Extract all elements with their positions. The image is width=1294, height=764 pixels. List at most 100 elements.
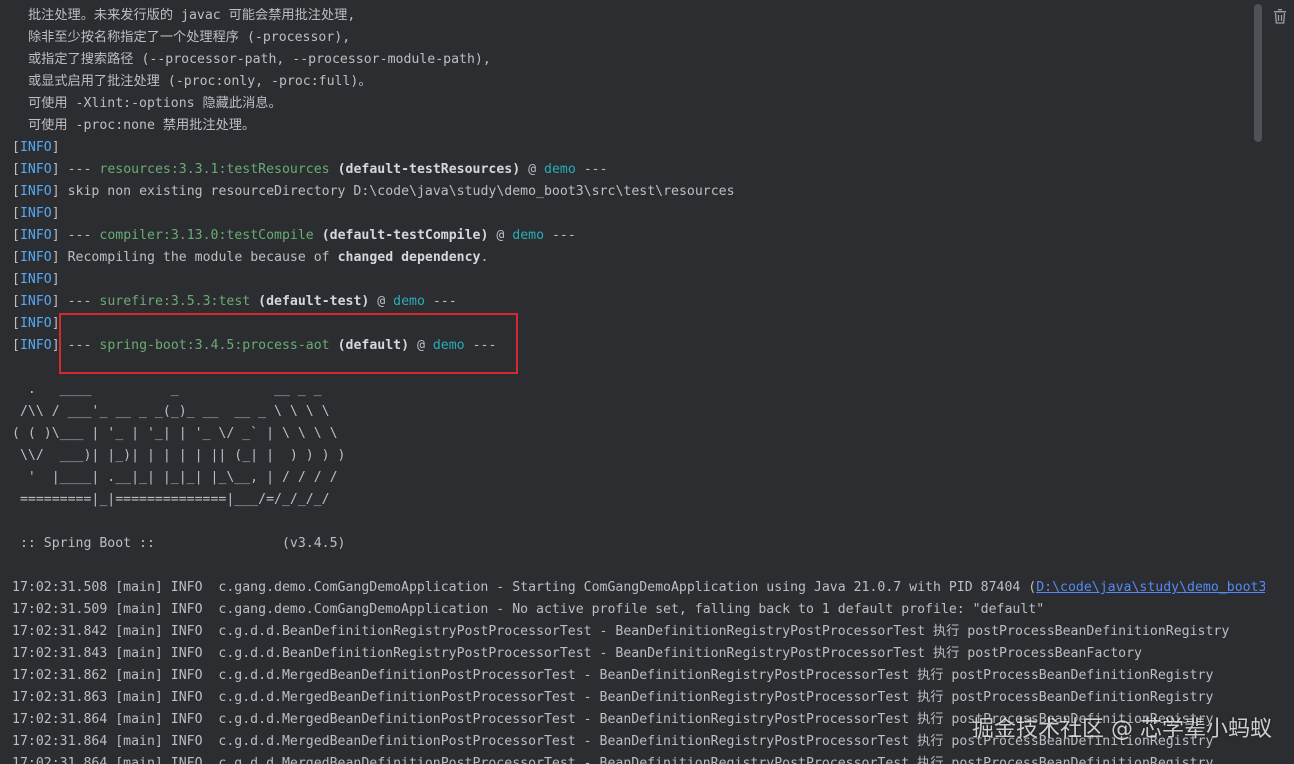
at-sign: @ [409,338,433,353]
plugin-goal: surefire:3.5.3:test [99,294,251,309]
log-message-tail: . [480,250,489,265]
level-bracket-close: ] [51,250,68,265]
console-toolbar [1265,0,1294,764]
separator: --- [424,294,457,309]
maven-log-line: [INFO] --- surefire:3.5.3:test (default-… [12,291,1265,313]
log-level: INFO [19,140,52,155]
project-name: demo [432,338,465,353]
at-sign: @ [369,294,394,309]
log-text: 17:02:31.509 [main] INFO c.gang.demo.Com… [12,602,1045,617]
maven-log-line: [INFO] [12,203,1265,225]
maven-log-line: [INFO] [12,269,1265,291]
warning-line: 可使用 -Xlint:-options 隐藏此消息。 [28,96,282,111]
at-sign: @ [520,162,545,177]
app-log-line: 17:02:31.843 [main] INFO c.g.d.d.BeanDef… [12,643,1265,665]
spring-banner-line: . ____ _ __ _ _ [12,382,322,397]
project-name: demo [512,228,545,243]
trash-icon [1274,9,1286,24]
log-level: INFO [19,184,52,199]
project-name: demo [544,162,576,177]
level-bracket-open: [ [12,272,20,287]
level-bracket-open: [ [12,206,20,221]
spring-banner-line: \\/ ___)| |_)| | | | | || (_| | ) ) ) ) [12,448,346,463]
level-bracket-open: [ [12,140,20,155]
maven-log-line: [INFO] --- spring-boot:3.4.5:process-aot… [12,335,1265,357]
level-bracket-close: ] [51,316,68,331]
maven-log-line: [INFO] [12,137,1265,159]
app-log-line: 17:02:31.864 [main] INFO c.g.d.d.MergedB… [12,753,1265,764]
app-log-line: 17:02:31.509 [main] INFO c.gang.demo.Com… [12,599,1265,621]
execution-id: (default-testResources) [329,162,521,177]
file-path-link[interactable]: D:\code\java\study\demo_boot3\target\cla… [1036,580,1265,595]
warning-line: 除非至少按名称指定了一个处理程序 (-processor), [28,30,351,45]
log-level: INFO [19,316,52,331]
separator: --- [464,338,497,353]
log-text: 17:02:31.863 [main] INFO c.g.d.d.MergedB… [12,690,1214,705]
console-lines: 批注处理。未来发行版的 javac 可能会禁用批注处理, 除非至少按名称指定了一个… [12,5,1265,764]
log-level: INFO [19,250,52,265]
log-message: Recompiling the module because of [67,250,338,265]
level-bracket-open: [ [12,184,20,199]
scrollbar-thumb[interactable] [1254,4,1262,142]
separator: --- [67,338,100,353]
level-bracket-close: ] [51,162,68,177]
level-bracket-close: ] [51,206,68,221]
clear-console-button[interactable] [1271,6,1289,26]
spring-banner-line: =========|_|==============|___/=/_/_/_/ [12,492,330,507]
level-bracket-open: [ [12,316,20,331]
level-bracket-close: ] [51,140,68,155]
log-level: INFO [19,162,52,177]
at-sign: @ [488,228,513,243]
level-bracket-open: [ [12,228,20,243]
spring-banner-line: ' |____| .__|_| |_|_| |_\__, | / / / / [12,470,338,485]
separator: --- [67,162,100,177]
spring-boot-version: :: Spring Boot :: (v3.4.5) [12,536,346,551]
app-log-line: 17:02:31.508 [main] INFO c.gang.demo.Com… [12,577,1265,599]
execution-id: (default) [329,338,410,353]
level-bracket-close: ] [51,228,68,243]
level-bracket-open: [ [12,294,20,309]
app-log-line: 17:02:31.862 [main] INFO c.g.d.d.MergedB… [12,665,1265,687]
separator: --- [67,228,100,243]
warning-line: 可使用 -proc:none 禁用批注处理。 [28,118,256,133]
watermark: 掘金技术社区 @ 芯学辈小蚂蚁 [972,717,1272,742]
warning-line: 批注处理。未来发行版的 javac 可能会禁用批注处理, [28,8,356,23]
plugin-goal: resources:3.3.1:testResources [99,162,330,177]
execution-id: (default-testCompile) [313,228,489,243]
level-bracket-open: [ [12,338,20,353]
log-text: 17:02:31.843 [main] INFO c.g.d.d.BeanDef… [12,646,1142,661]
level-bracket-close: ] [51,338,68,353]
separator: --- [575,162,608,177]
log-message-emphasis: changed dependency [337,250,481,265]
spring-banner-line: ( ( )\___ | '_ | '_| | '_ \/ _` | \ \ \ … [12,426,338,441]
plugin-goal: compiler:3.13.0:testCompile [99,228,314,243]
app-log-line: 17:02:31.842 [main] INFO c.g.d.d.BeanDef… [12,621,1265,643]
spring-banner-line: /\\ / ___'_ __ _ _(_)_ __ __ _ \ \ \ \ [12,404,330,419]
maven-log-line: [INFO] Recompiling the module because of… [12,247,1265,269]
project-name: demo [393,294,425,309]
execution-id: (default-test) [250,294,370,309]
maven-log-line: [INFO] --- resources:3.3.1:testResources… [12,159,1265,181]
log-text: 17:02:31.842 [main] INFO c.g.d.d.BeanDef… [12,624,1230,639]
maven-log-line: [INFO] --- compiler:3.13.0:testCompile (… [12,225,1265,247]
maven-log-line: [INFO] [12,313,1265,335]
level-bracket-open: [ [12,250,20,265]
log-text: 17:02:31.508 [main] INFO c.gang.demo.Com… [12,580,1037,595]
level-bracket-close: ] [51,184,68,199]
log-message: skip non existing resourceDirectory D:\c… [67,184,735,199]
log-level: INFO [19,206,52,221]
maven-log-line: [INFO] skip non existing resourceDirecto… [12,181,1265,203]
log-text: 17:02:31.864 [main] INFO c.g.d.d.MergedB… [12,756,1214,764]
separator: --- [67,294,100,309]
level-bracket-close: ] [51,294,68,309]
warning-line: 或显式启用了批注处理 (-proc:only, -proc:full)。 [28,74,372,89]
separator: --- [544,228,576,243]
console-output[interactable]: 批注处理。未来发行版的 javac 可能会禁用批注处理, 除非至少按名称指定了一个… [0,0,1265,764]
warning-line: 或指定了搜索路径 (--processor-path, --processor-… [28,52,491,67]
log-text: 17:02:31.862 [main] INFO c.g.d.d.MergedB… [12,668,1214,683]
plugin-goal: spring-boot:3.4.5:process-aot [99,338,330,353]
log-level: INFO [19,228,52,243]
app-log-line: 17:02:31.863 [main] INFO c.g.d.d.MergedB… [12,687,1265,709]
